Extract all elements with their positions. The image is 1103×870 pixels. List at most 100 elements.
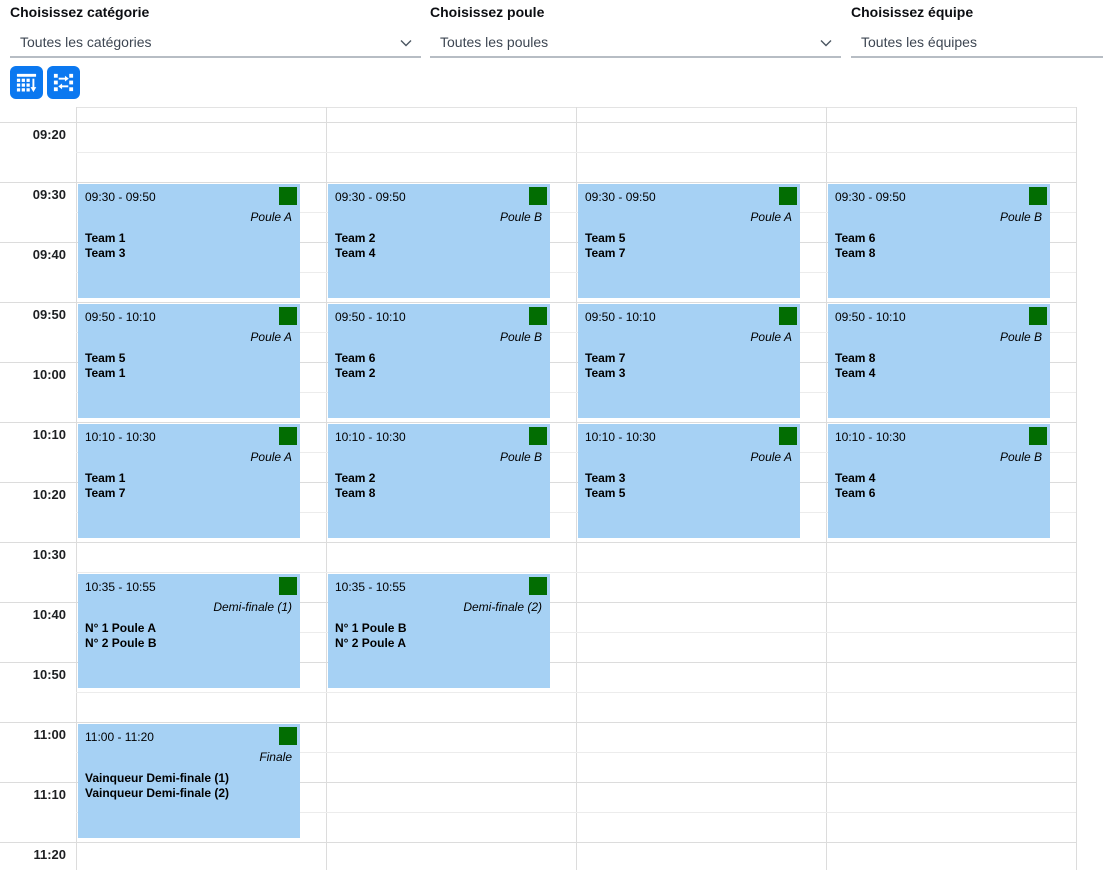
event-team-line: Team 4	[835, 366, 1043, 381]
event-time-range: 11:00 - 11:20	[85, 729, 293, 745]
event-phase-label: Poule B	[835, 210, 1043, 224]
time-label: 09:30	[0, 187, 66, 202]
event-phase-label: Poule B	[835, 450, 1043, 464]
event-teams: Vainqueur Demi-finale (1)Vainqueur Demi-…	[85, 771, 293, 801]
event-card[interactable]: 09:50 - 10:10Poule BTeam 8Team 4	[828, 304, 1050, 418]
event-team-line: Team 6	[835, 486, 1043, 501]
event-teams: Team 1Team 3	[85, 231, 293, 261]
green-square-status-icon	[779, 187, 797, 205]
grid-column-line	[326, 107, 327, 870]
event-team-line: Team 8	[835, 351, 1043, 366]
event-card[interactable]: 09:30 - 09:50Poule BTeam 6Team 8	[828, 184, 1050, 298]
time-label: 09:20	[0, 127, 66, 142]
event-team-line: Team 5	[85, 351, 293, 366]
event-team-line: Team 2	[335, 231, 543, 246]
grid-slot-line	[0, 722, 1076, 723]
event-team-line: Team 7	[585, 351, 793, 366]
event-time-range: 10:35 - 10:55	[85, 579, 293, 595]
time-label: 10:00	[0, 367, 66, 382]
green-square-status-icon	[529, 427, 547, 445]
time-label: 09:40	[0, 247, 66, 262]
grid-slot-line	[0, 842, 1076, 843]
event-team-line: Team 2	[335, 366, 543, 381]
event-phase-label: Demi-finale (1)	[85, 600, 293, 614]
event-team-line: Team 7	[85, 486, 293, 501]
event-card[interactable]: 09:50 - 10:10Poule BTeam 6Team 2	[328, 304, 550, 418]
green-square-status-icon	[279, 727, 297, 745]
event-team-line: N° 1 Poule B	[335, 621, 543, 636]
grid-slot-line	[0, 422, 1076, 423]
event-card[interactable]: 09:30 - 09:50Poule BTeam 2Team 4	[328, 184, 550, 298]
event-team-line: Team 6	[335, 351, 543, 366]
equipe-filter-label: Choisissez équipe	[851, 4, 1103, 20]
event-time-range: 09:30 - 09:50	[585, 189, 793, 205]
grid-view-button[interactable]	[10, 66, 43, 99]
event-card[interactable]: 11:00 - 11:20FinaleVainqueur Demi-finale…	[78, 724, 300, 838]
event-team-line: Team 3	[585, 366, 793, 381]
event-teams: Team 6Team 2	[335, 351, 543, 381]
event-card[interactable]: 10:35 - 10:55Demi-finale (2)N° 1 Poule B…	[328, 574, 550, 688]
event-teams: N° 1 Poule BN° 2 Poule A	[335, 621, 543, 651]
grid-slot-line	[0, 302, 1076, 303]
category-select[interactable]: Toutes les catégories	[10, 28, 421, 58]
event-phase-label: Poule B	[335, 450, 543, 464]
green-square-status-icon	[779, 427, 797, 445]
event-card[interactable]: 10:10 - 10:30 Poule A Team 1Team 7	[78, 424, 300, 538]
event-team-line: Team 5	[585, 486, 793, 501]
event-team-line: Team 7	[585, 246, 793, 261]
event-teams: Team 1Team 7	[85, 471, 293, 501]
poule-filter-label: Choisissez poule	[430, 4, 841, 20]
grid-halfslot-line	[76, 692, 1076, 693]
event-team-line: Team 2	[335, 471, 543, 486]
event-time-range: 09:50 - 10:10	[85, 309, 293, 325]
green-square-status-icon	[279, 577, 297, 595]
event-team-line: N° 2 Poule A	[335, 636, 543, 651]
swap-order-button[interactable]	[47, 66, 80, 99]
event-team-line: Team 8	[835, 246, 1043, 261]
event-phase-label: Poule B	[835, 330, 1043, 344]
green-square-status-icon	[529, 307, 547, 325]
event-phase-label: Poule A	[85, 210, 293, 224]
chevron-down-icon	[399, 36, 413, 50]
grid-slot-line	[0, 542, 1076, 543]
green-square-status-icon	[779, 307, 797, 325]
event-teams: Team 8Team 4	[835, 351, 1043, 381]
grid-slot-line	[0, 182, 1076, 183]
event-teams: Team 5Team 1	[85, 351, 293, 381]
equipe-select-value: Toutes les équipes	[861, 34, 977, 50]
event-card[interactable]: 10:10 - 10:30Poule BTeam 2Team 8	[328, 424, 550, 538]
equipe-select[interactable]: Toutes les équipes	[851, 28, 1103, 58]
event-team-line: Team 5	[585, 231, 793, 246]
event-phase-label: Poule A	[585, 450, 793, 464]
green-square-status-icon	[1029, 307, 1047, 325]
poule-select-value: Toutes les poules	[440, 34, 548, 50]
category-select-value: Toutes les catégories	[20, 34, 152, 50]
event-phase-label: Poule A	[85, 450, 293, 464]
event-card[interactable]: 09:30 - 09:50 Poule A Team 1Team 3	[78, 184, 300, 298]
time-label: 09:50	[0, 307, 66, 322]
event-card[interactable]: 09:30 - 09:50Poule ATeam 5Team 7	[578, 184, 800, 298]
event-time-range: 10:10 - 10:30	[85, 429, 293, 445]
event-card[interactable]: 10:10 - 10:30Poule ATeam 3Team 5	[578, 424, 800, 538]
event-teams: Team 2Team 8	[335, 471, 543, 501]
event-team-line: Team 1	[85, 366, 293, 381]
grid-halfslot-line	[76, 152, 1076, 153]
event-teams: Team 6Team 8	[835, 231, 1043, 261]
green-square-status-icon	[529, 187, 547, 205]
grid-column-line	[826, 107, 827, 870]
green-square-status-icon	[279, 187, 297, 205]
event-card[interactable]: 10:35 - 10:55 Demi-finale (1) N° 1 Poule A…	[78, 574, 300, 688]
event-time-range: 09:30 - 09:50	[85, 189, 293, 205]
event-time-range: 09:50 - 10:10	[585, 309, 793, 325]
event-team-line: N° 1 Poule A	[85, 621, 293, 636]
time-label: 10:40	[0, 607, 66, 622]
event-card[interactable]: 09:50 - 10:10Poule ATeam 7Team 3	[578, 304, 800, 418]
grid-halfslot-line	[76, 572, 1076, 573]
event-card[interactable]: 10:10 - 10:30Poule BTeam 4Team 6	[828, 424, 1050, 538]
event-teams: N° 1 Poule AN° 2 Poule B	[85, 621, 293, 651]
event-card[interactable]: 09:50 - 10:10Poule ATeam 5Team 1	[78, 304, 300, 418]
event-team-line: Team 6	[835, 231, 1043, 246]
poule-select[interactable]: Toutes les poules	[430, 28, 841, 58]
time-label: 10:50	[0, 667, 66, 682]
event-time-range: 09:30 - 09:50	[335, 189, 543, 205]
